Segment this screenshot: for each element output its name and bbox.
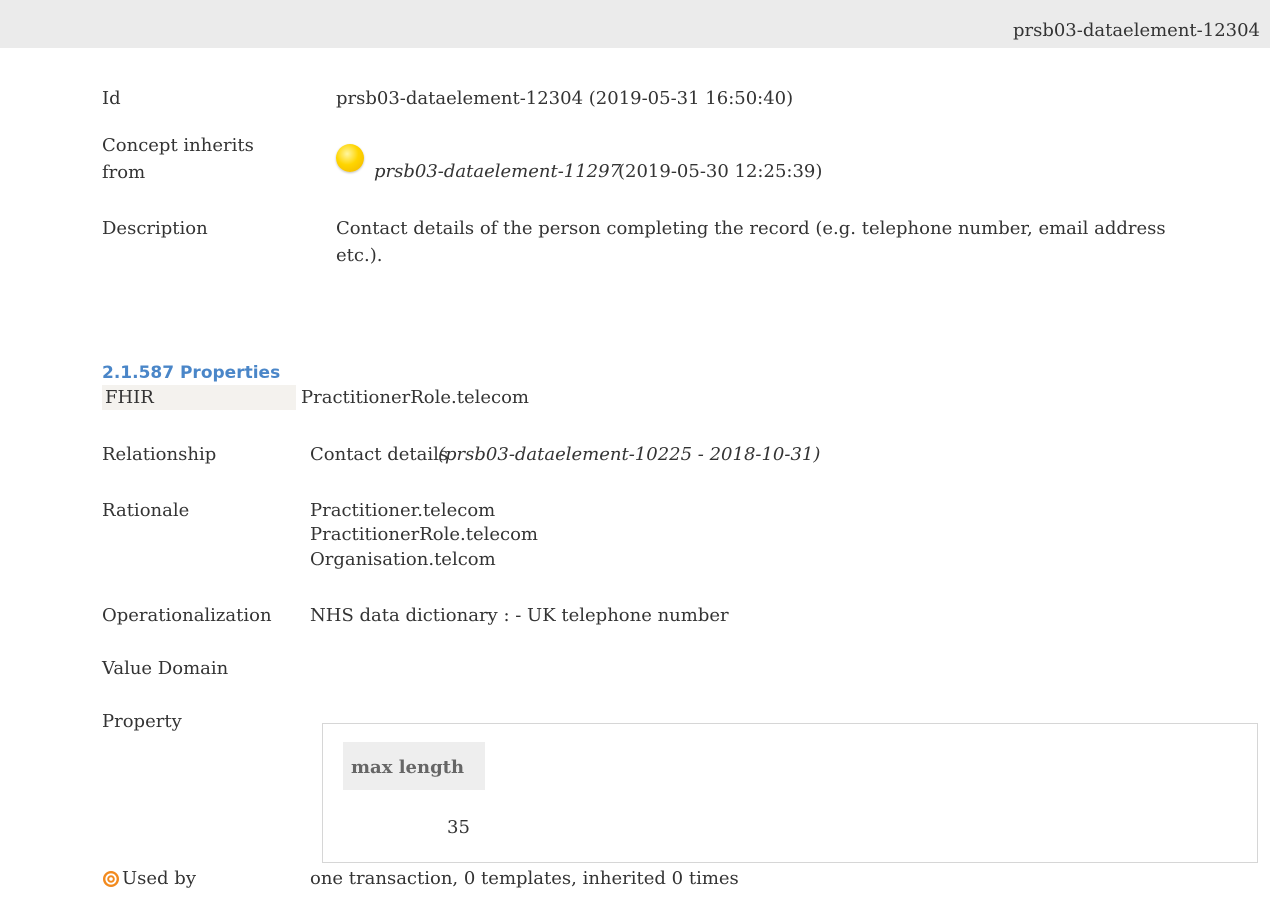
description-value: Contact details of the person completing…	[336, 218, 1166, 266]
rationale-line: Practitioner.telecom	[310, 500, 496, 521]
inherits-link[interactable]: prsb03-dataelement-11297	[374, 161, 621, 182]
operationalization-value: NHS data dictionary : - UK telephone num…	[310, 605, 729, 626]
operationalization-label: Operationalization	[102, 605, 272, 626]
yellow-status-dot-icon	[336, 144, 364, 172]
rationale-label: Rationale	[102, 500, 190, 521]
id-value: prsb03-dataelement-12304 (2019-05-31 16:…	[336, 88, 794, 109]
relationship-ref: (prsb03-dataelement-10225 - 2018-10-31)	[438, 444, 821, 465]
element-id-header: prsb03-dataelement-12304	[1012, 20, 1260, 41]
inherits-label: Concept inherits	[102, 135, 254, 156]
used-by-label: Used by	[122, 868, 196, 889]
inherits-date: (2019-05-30 12:25:39)	[618, 161, 823, 182]
id-label: Id	[102, 88, 121, 109]
header-bar: prsb03-dataelement-12304	[0, 0, 1270, 48]
property-label: Property	[102, 711, 182, 732]
target-icon	[103, 871, 119, 887]
inherits-label-cont: from	[102, 162, 146, 183]
rationale-line: Organisation.telcom	[310, 549, 496, 570]
fhir-value: PractitionerRole.telecom	[301, 387, 529, 408]
relationship-label: Relationship	[102, 444, 217, 465]
fhir-label: FHIR	[105, 387, 154, 408]
property-table: max length 35	[322, 723, 1258, 863]
value-domain-label: Value Domain	[102, 658, 229, 679]
relationship-value: Contact details	[310, 444, 449, 465]
rationale-line: PractitionerRole.telecom	[310, 524, 538, 545]
property-table-header: max length	[343, 742, 485, 790]
used-by-value: one transaction, 0 templates, inherited …	[310, 868, 739, 889]
max-length-value: 35	[447, 817, 470, 838]
description-label: Description	[102, 218, 208, 239]
properties-section-title: 2.1.587 Properties	[102, 363, 281, 383]
max-length-header: max length	[351, 757, 465, 778]
